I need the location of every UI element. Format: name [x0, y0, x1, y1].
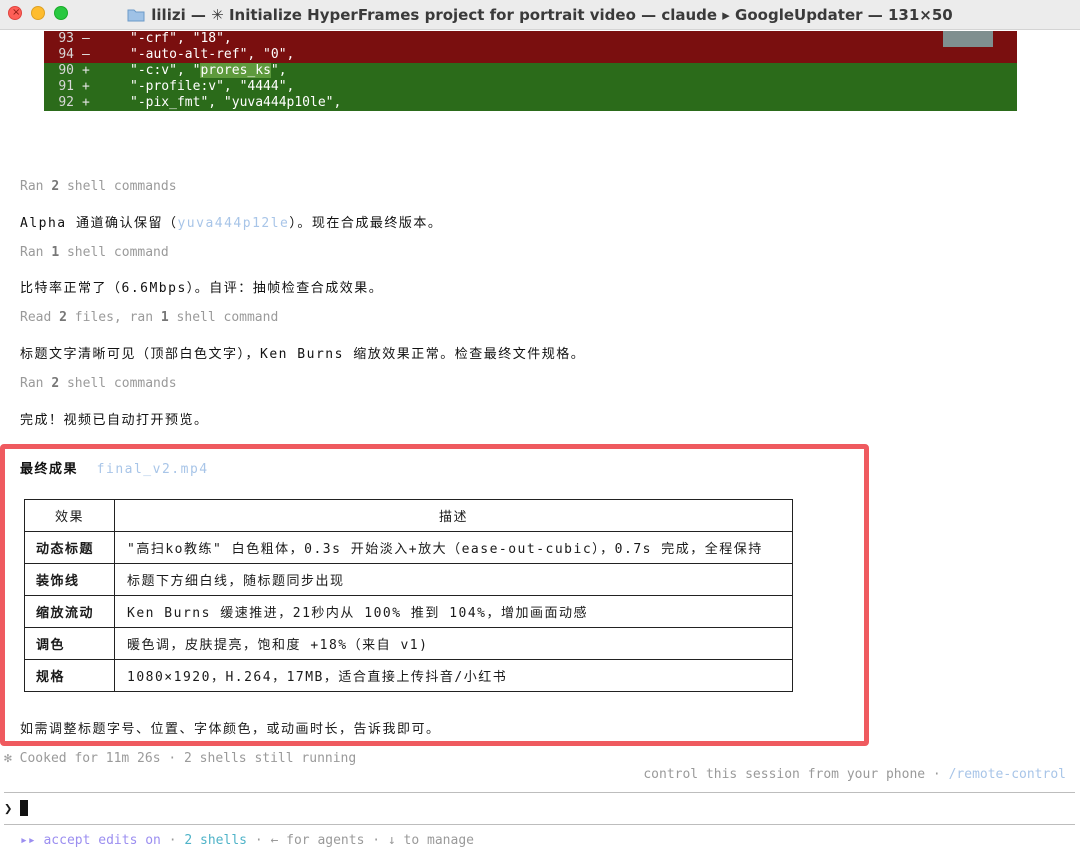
remote-control-hint: control this session from your phone · /…	[643, 767, 1066, 782]
diff-sign: +	[82, 63, 90, 78]
inline-code-link[interactable]: yuva444p12le	[177, 216, 289, 231]
window-title: lilizi — ✳ Initialize HyperFrames projec…	[151, 6, 953, 24]
assistant-message: 比特率正常了（6.6Mbps）。自评：抽帧检查合成效果。	[20, 281, 384, 296]
diff-sign: +	[82, 79, 90, 94]
status-line: ✻ Cooked for 11m 26s · 2 shells still ru…	[4, 751, 357, 766]
diff-line-added: 92 + "-pix_fmt", "yuva444p10le",	[44, 95, 1017, 111]
log-count: 1	[160, 310, 169, 325]
table-row: 调色 暖色调，皮肤提亮，饱和度 +18%（来自 v1)	[24, 627, 793, 660]
log-text: files, ran	[66, 310, 161, 325]
table-cell-value: 标题下方细白线，随标题同步出现	[114, 563, 793, 596]
result-heading: 最终成果 final_v2.mp4	[20, 458, 209, 477]
log-count: 2	[59, 310, 67, 325]
accept-edits-toggle[interactable]: ▸▸ accept edits on	[20, 833, 161, 848]
title-bar: × lilizi — ✳ Initialize HyperFrames proj…	[0, 0, 1080, 30]
folder-icon	[127, 8, 145, 22]
line-number: 90	[58, 63, 74, 78]
table-cell-value: Ken Burns 缓速推进，21秒内从 100% 推到 104%，增加画面动感	[114, 595, 793, 628]
separator: ·	[160, 833, 185, 848]
log-text: Ran	[20, 376, 52, 391]
diff-code: "-pix_fmt", "yuva444p10le",	[130, 95, 342, 110]
remote-control-link[interactable]: /remote-control	[949, 767, 1066, 782]
tool-summary-line: Ran 1 shell command	[20, 245, 169, 260]
diff-code: "-auto-alt-ref", "0",	[130, 47, 295, 62]
diff-sign: +	[82, 95, 90, 110]
log-text: shell command	[168, 310, 279, 325]
result-title: 最终成果	[20, 462, 79, 477]
table-cell-key: 规格	[24, 659, 115, 692]
diff-code-part: "-c:v", "	[130, 63, 201, 78]
assistant-message: Alpha 通道确认保留（yuva444p12le）。现在合成最终版本。	[20, 212, 442, 231]
diff-highlight: prores_ks	[200, 63, 271, 78]
log-text: shell commands	[59, 376, 177, 391]
prompt-input[interactable]: ❯	[4, 800, 29, 817]
result-file-link[interactable]: final_v2.mp4	[97, 462, 209, 477]
log-count: 1	[51, 245, 60, 260]
message-text: Alpha 通道确认保留（	[20, 216, 178, 231]
line-number: 94	[58, 47, 74, 62]
diff-block: 93– "-crf", "18", 94– "-auto-alt-ref", "0"…	[44, 31, 1017, 111]
log-text: shell commands	[59, 179, 177, 194]
column-header: 效果	[24, 499, 115, 532]
table-cell-key: 动态标题	[24, 531, 115, 564]
result-table: 效果 描述 动态标题 "高扫ko教练" 白色粗体，0.3s 开始淡入+放大（eas…	[24, 499, 793, 692]
log-text: Read	[20, 310, 60, 325]
input-top-divider	[4, 792, 1075, 793]
log-text: Ran	[20, 179, 52, 194]
scrollbar-thumb[interactable]	[943, 31, 993, 47]
shells-indicator[interactable]: 2 shells	[184, 833, 247, 848]
remote-hint-text: control this session from your phone ·	[643, 767, 949, 782]
table-cell-key: 装饰线	[24, 563, 115, 596]
line-number: 93	[58, 31, 74, 46]
diff-code: "-crf", "18",	[130, 31, 232, 46]
diff-line-deleted: 94– "-auto-alt-ref", "0",	[44, 47, 1017, 63]
table-row: 装饰线 标题下方细白线，随标题同步出现	[24, 563, 793, 596]
table-row: 缩放流动 Ken Burns 缓速推进，21秒内从 100% 推到 104%，增加…	[24, 595, 793, 628]
diff-sign: –	[82, 47, 90, 62]
log-count: 2	[51, 179, 60, 194]
log-text: Ran	[20, 245, 52, 260]
column-header: 描述	[114, 499, 793, 532]
table-cell-value: 1080×1920，H.264，17MB，适合直接上传抖音/小红书	[114, 659, 793, 692]
tool-summary-line: Read 2 files, ran 1 shell command	[20, 310, 278, 325]
assistant-message: 完成！视频已自动打开预览。	[20, 413, 209, 428]
input-bottom-divider	[4, 824, 1075, 825]
table-row: 动态标题 "高扫ko教练" 白色粗体，0.3s 开始淡入+放大（ease-out-…	[24, 531, 793, 564]
diff-sign: –	[82, 31, 90, 46]
assistant-message: 标题文字清晰可见（顶部白色文字），Ken Burns 缩放效果正常。检查最终文件…	[20, 347, 586, 362]
bottom-hint-bar: ▸▸ accept edits on · 2 shells · ← for ag…	[20, 833, 474, 848]
log-count: 2	[51, 376, 60, 391]
text-cursor	[20, 800, 29, 816]
diff-code: "-profile:v", "4444",	[130, 79, 295, 94]
diff-line-deleted: 93– "-crf", "18",	[44, 31, 1017, 47]
diff-line-added: 90 + "-c:v", "prores_ks",	[44, 63, 1017, 79]
tool-summary-line: Ran 2 shell commands	[20, 376, 177, 391]
message-text: ）。现在合成最终版本。	[289, 216, 443, 231]
line-number: 91	[58, 79, 74, 94]
table-row: 规格 1080×1920，H.264，17MB，适合直接上传抖音/小红书	[24, 659, 793, 692]
log-text: shell command	[59, 245, 169, 260]
keyboard-hints: · ← for agents · ↓ to manage	[247, 833, 474, 848]
line-number: 92	[58, 95, 74, 110]
window-title-wrap: lilizi — ✳ Initialize HyperFrames projec…	[0, 0, 1080, 30]
table-header-row: 效果 描述	[24, 499, 793, 532]
prompt-chevron-icon: ❯	[4, 801, 13, 817]
result-footer-message: 如需调整标题字号、位置、字体颜色，或动画时长，告诉我即可。	[20, 722, 441, 737]
diff-code-part: ",	[270, 63, 287, 78]
table-cell-value: 暖色调，皮肤提亮，饱和度 +18%（来自 v1)	[114, 627, 793, 660]
diff-line-added: 91 + "-profile:v", "4444",	[44, 79, 1017, 95]
diff-code: "-c:v", "prores_ks",	[108, 63, 287, 79]
table-cell-key: 调色	[24, 627, 115, 660]
table-cell-key: 缩放流动	[24, 595, 115, 628]
table-cell-value: "高扫ko教练" 白色粗体，0.3s 开始淡入+放大（ease-out-cubi…	[114, 531, 793, 564]
tool-summary-line: Ran 2 shell commands	[20, 179, 177, 194]
